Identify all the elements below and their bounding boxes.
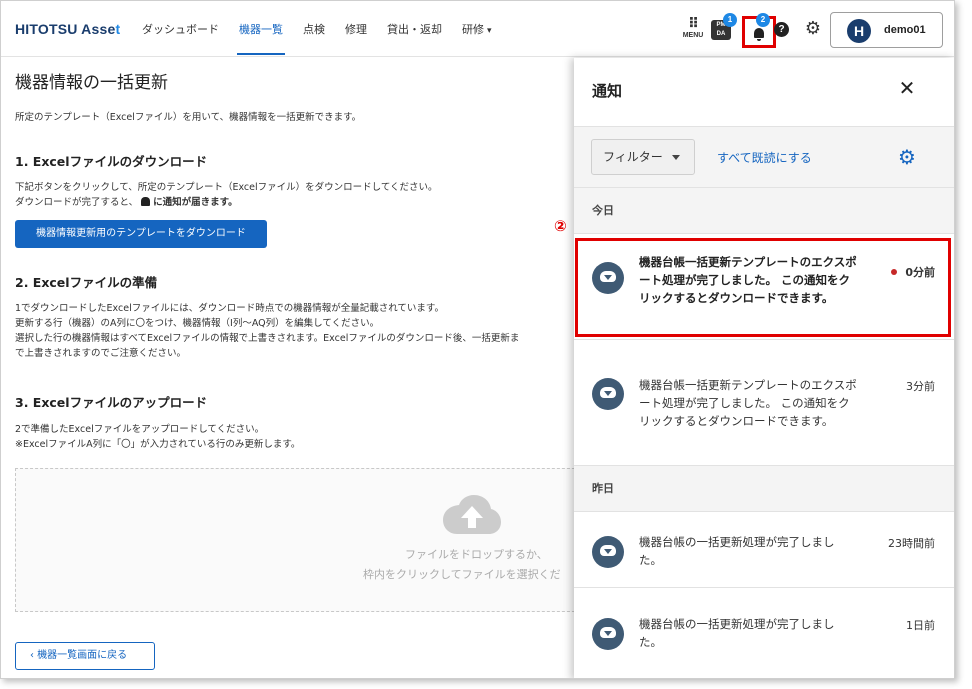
app-logo[interactable]: HITOTSU Asset [15,21,120,37]
grid-icon: ⠿ [688,16,699,32]
section2-line: 1でダウンロードしたExcelファイルには、ダウンロード時点での機器情報が全量記… [15,303,444,314]
yesterday-header: 昨日 [574,466,954,512]
notification-item[interactable]: 機器台帳の一括更新処理が完了しました。 23時間前 [574,512,954,588]
notification-text: 機器台帳一括更新テンプレートのエクスポート処理が完了しました。 この通知をクリッ… [639,378,857,428]
notification-time: 1日前 [906,619,935,632]
section3-line1: 2で準備したExcelファイルをアップロードしてください。 [15,424,265,435]
bell-badge: 2 [756,13,770,27]
chevron-down-icon: ▾ [487,26,492,36]
section1-line2-pre: ダウンロードが完了すると、 [15,197,139,208]
filter-dropdown[interactable]: フィルター [591,139,695,175]
page-title: 機器情報の一括更新 [15,73,168,93]
step-marker: ② [554,217,567,235]
gear-icon[interactable]: ⚙ [895,145,919,169]
today-header: 今日 [574,188,954,234]
avatar: H [847,19,871,43]
section1-line2-post: に通知が届きます。 [153,197,238,208]
bell-icon [754,28,764,41]
section2-title: 2. Excelファイルの準備 [15,275,158,290]
nav-training-label: 研修 [462,23,484,36]
cloud-upload-icon [443,495,501,534]
section1-text: 下記ボタンをクリックして、所定のテンプレート（Excelファイル）をダウンロード… [15,180,438,210]
intro-text: 所定のテンプレート（Excelファイル）を用いて、機器情報を一括更新できます。 [15,112,362,123]
section2-text: 1でダウンロードしたExcelファイルには、ダウンロード時点での機器情報が全量記… [15,301,519,361]
back-to-list-button[interactable]: ‹ 機器一覧画面に戻る [15,642,155,670]
notification-time: 23時間前 [888,537,935,550]
menu-label: MENU [682,32,704,39]
cloud-download-icon [592,618,624,650]
logo-accent: t [115,21,121,37]
main-nav: ダッシュボード 機器一覧 点検 修理 貸出・返却 研修 ▾ [132,1,502,57]
nav-dashboard[interactable]: ダッシュボード [132,1,229,57]
highlight-box [575,238,951,337]
notification-item[interactable]: 機器台帳一括更新テンプレートのエクスポート処理が完了しました。 この通知をクリッ… [574,340,954,466]
download-template-button[interactable]: 機器情報更新用のテンプレートをダウンロード [15,220,267,248]
section2-line: で上書きされますのでご注意ください。 [15,348,187,359]
filter-label: フィルター [603,150,663,164]
logo-text: HITOTSU Asse [15,21,116,37]
notification-text: 機器台帳の一括更新処理が完了しました。 [639,535,835,567]
section2-line: 選択した行の機器情報はすべてExcelファイルの情報で上書きされます。Excel… [15,333,520,344]
panel-toolbar: フィルター すべて既読にする ⚙ [574,126,954,188]
section2-line: 更新する行（機器）のA列に〇をつけ、機器情報（I列～AQ列）を編集してください。 [15,318,380,329]
user-name: demo01 [884,24,926,36]
menu-button[interactable]: ⠿ MENU [679,17,707,45]
top-header: HITOTSU Asset ダッシュボード 機器一覧 点検 修理 貸出・返却 研… [1,1,954,57]
notification-text: 機器台帳の一括更新処理が完了しました。 [639,617,835,649]
cloud-download-icon [592,536,624,568]
nav-repair[interactable]: 修理 [335,1,377,57]
gear-icon[interactable]: ⚙ [802,18,824,40]
nav-equipment-list[interactable]: 機器一覧 [229,1,293,57]
cloud-download-icon [592,378,624,410]
section1-title: 1. Excelファイルのダウンロード [15,154,208,169]
nav-training[interactable]: 研修 ▾ [452,1,502,57]
bell-icon [141,197,151,206]
close-icon[interactable]: ✕ [895,76,919,100]
section1-line2: ダウンロードが完了すると、 に通知が届きます。 [15,195,438,210]
pmda-badge: 1 [723,13,737,27]
section3-line2: ※ExcelファイルA列に「〇」が入力されている行のみ更新します。 [15,439,301,450]
caret-down-icon [672,155,680,160]
file-dropzone[interactable] [15,468,595,612]
section3-text: 2で準備したExcelファイルをアップロードしてください。 ※Excelファイル… [15,422,300,452]
mark-all-read-link[interactable]: すべて既読にする [717,149,812,166]
help-icon[interactable]: ? [774,22,789,37]
notification-panel: 通知 ✕ フィルター すべて既読にする ⚙ 今日 機器台帳一括更新テンプレートの… [574,58,954,678]
notification-time: 3分前 [906,380,935,393]
panel-title: 通知 [592,82,623,100]
dropzone-text-1: ファイルをドロップするか、 [405,548,548,561]
back-button-label: 機器一覧画面に戻る [37,650,128,661]
section3-title: 3. Excelファイルのアップロード [15,395,208,410]
user-menu-button[interactable]: H demo01 [830,12,943,48]
app-window: HITOTSU Asset ダッシュボード 機器一覧 点検 修理 貸出・返却 研… [0,0,955,679]
notification-item[interactable]: 機器台帳の一括更新処理が完了しました。 1日前 [574,588,954,678]
dropzone-text-2: 枠内をクリックしてファイルを選択くだ [363,568,561,581]
nav-inspection[interactable]: 点検 [293,1,335,57]
nav-lending[interactable]: 貸出・返却 [377,1,452,57]
section1-line1: 下記ボタンをクリックして、所定のテンプレート（Excelファイル）をダウンロード… [15,182,438,193]
